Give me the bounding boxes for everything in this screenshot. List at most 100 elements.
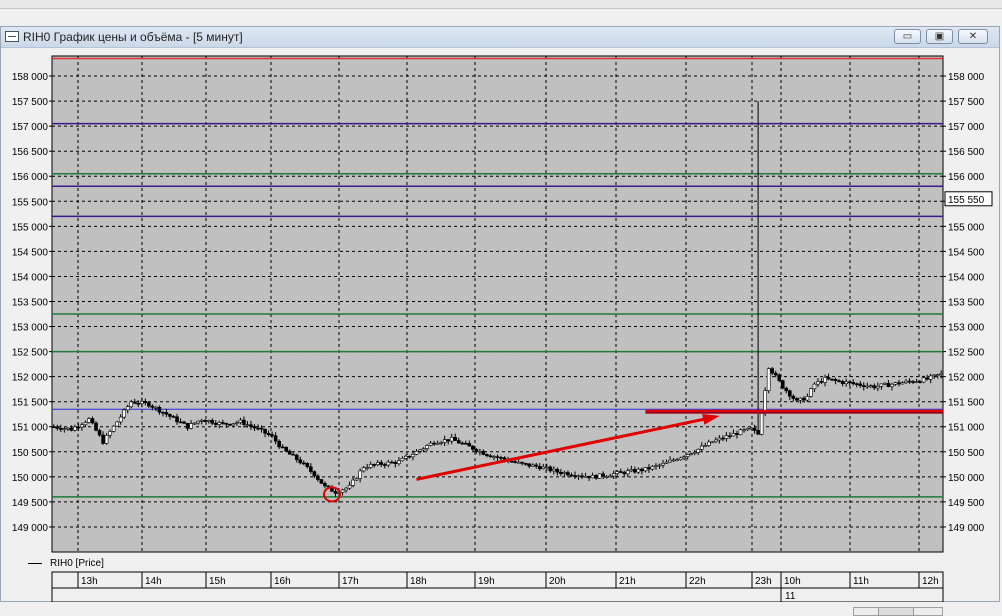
candle-body — [788, 390, 792, 397]
candle-body — [242, 419, 246, 426]
candle-body — [294, 454, 299, 461]
candle-body — [411, 454, 415, 458]
candle-body — [467, 443, 472, 447]
y-tick-label-left: 154 000 — [12, 272, 49, 283]
x-hour-label: 14h — [145, 576, 162, 587]
x-hour-label: 15h — [209, 576, 226, 587]
chart-window-icon — [5, 31, 19, 42]
candle-body — [221, 422, 225, 424]
y-tick-label-left: 156 500 — [12, 147, 49, 158]
candle-body — [717, 437, 722, 441]
candle-body — [752, 427, 757, 431]
candle-body — [911, 381, 915, 383]
candle-body — [784, 387, 789, 392]
candle-body — [224, 423, 229, 425]
candle-body — [199, 420, 204, 422]
candle-body — [428, 442, 433, 446]
x-hour-label: 23h — [755, 576, 772, 587]
candle-body — [861, 385, 866, 388]
candle-body — [640, 468, 644, 472]
candle-body — [143, 401, 148, 404]
candle-body — [231, 423, 236, 426]
horizontal-scrollbar[interactable] — [853, 607, 943, 616]
candle-body — [101, 434, 105, 444]
minimize-button[interactable]: ▭ — [894, 29, 921, 44]
candle-body — [587, 475, 591, 479]
candle-body — [608, 475, 612, 478]
x-hour-label: 12h — [922, 576, 939, 587]
candle-body — [833, 379, 838, 382]
y-tick-label-left: 158 000 — [12, 72, 49, 83]
candle-body — [150, 405, 155, 408]
candle-body — [273, 435, 278, 442]
candle-body — [671, 459, 676, 462]
close-button[interactable]: ✕ — [958, 29, 988, 44]
candle-body — [421, 448, 426, 451]
candle-body — [154, 406, 158, 409]
candle-body — [647, 467, 651, 470]
candle-body — [249, 424, 253, 427]
candle-body — [502, 457, 507, 460]
candle-body — [914, 381, 919, 383]
scrollbar-thumb[interactable] — [878, 608, 914, 615]
candle-body — [566, 472, 570, 476]
candle-body — [87, 418, 91, 423]
candle-body — [284, 447, 288, 452]
candle-body — [583, 475, 588, 478]
candle-body — [802, 397, 806, 401]
candle-body — [460, 442, 465, 445]
candle-body — [573, 475, 577, 477]
candle-body — [569, 474, 574, 477]
candle-body — [675, 459, 679, 462]
candle-body — [309, 466, 313, 472]
candle-body — [432, 442, 436, 445]
candle-body — [213, 423, 218, 425]
y-tick-label-left: 153 000 — [12, 323, 49, 334]
candle-body — [555, 468, 560, 473]
x-hour-label: 17h — [342, 576, 359, 587]
candle-body — [872, 385, 877, 389]
candle-body — [844, 381, 848, 384]
candle-body — [171, 416, 176, 418]
candle-body — [51, 426, 56, 429]
candle-body — [259, 427, 264, 430]
candle-body — [559, 471, 563, 474]
y-tick-label-right: 157 000 — [948, 122, 985, 133]
candle-body — [456, 440, 461, 444]
candle-body — [742, 429, 746, 432]
restore-button[interactable]: ▣ — [926, 29, 953, 44]
candle-body — [132, 401, 137, 404]
candle-body — [55, 426, 60, 429]
candle-body — [883, 382, 887, 385]
candle-body — [710, 441, 715, 444]
x-hour-label: 20h — [549, 576, 566, 587]
candle-body — [90, 418, 95, 424]
y-tick-label-right: 158 000 — [948, 72, 985, 83]
candle-body — [435, 442, 440, 445]
candle-body — [217, 422, 222, 425]
candle-body — [157, 406, 162, 413]
candle-body — [344, 487, 348, 491]
candle-body — [816, 381, 820, 385]
candle-body — [699, 445, 704, 450]
candle-body — [879, 383, 884, 387]
candle-body — [69, 427, 74, 431]
candle-body — [474, 449, 479, 452]
chart-window: RIH0 График цены и объёма - [5 минут] ▭ … — [0, 26, 1000, 616]
candle-body — [136, 402, 141, 405]
candle-body — [597, 473, 602, 479]
candle-body — [897, 382, 901, 385]
x-hour-label: 16h — [274, 576, 291, 587]
price-chart[interactable]: 149 000 149 000 149 500 149 500 150 000 150 0… — [1, 54, 999, 602]
y-tick-label-right: 156 500 — [948, 147, 985, 158]
candle-body — [80, 424, 84, 428]
candle-body — [270, 434, 274, 437]
candle-body — [449, 436, 454, 442]
x-hour-label: 19h — [478, 576, 495, 587]
candle-body — [361, 467, 366, 472]
y-tick-label-right: 153 500 — [948, 297, 985, 308]
candle-body — [668, 459, 672, 463]
y-tick-label-right: 154 000 — [948, 272, 985, 283]
candle-body — [73, 426, 77, 431]
window-titlebar[interactable]: RIH0 График цены и объёма - [5 минут] ▭ … — [1, 27, 999, 48]
